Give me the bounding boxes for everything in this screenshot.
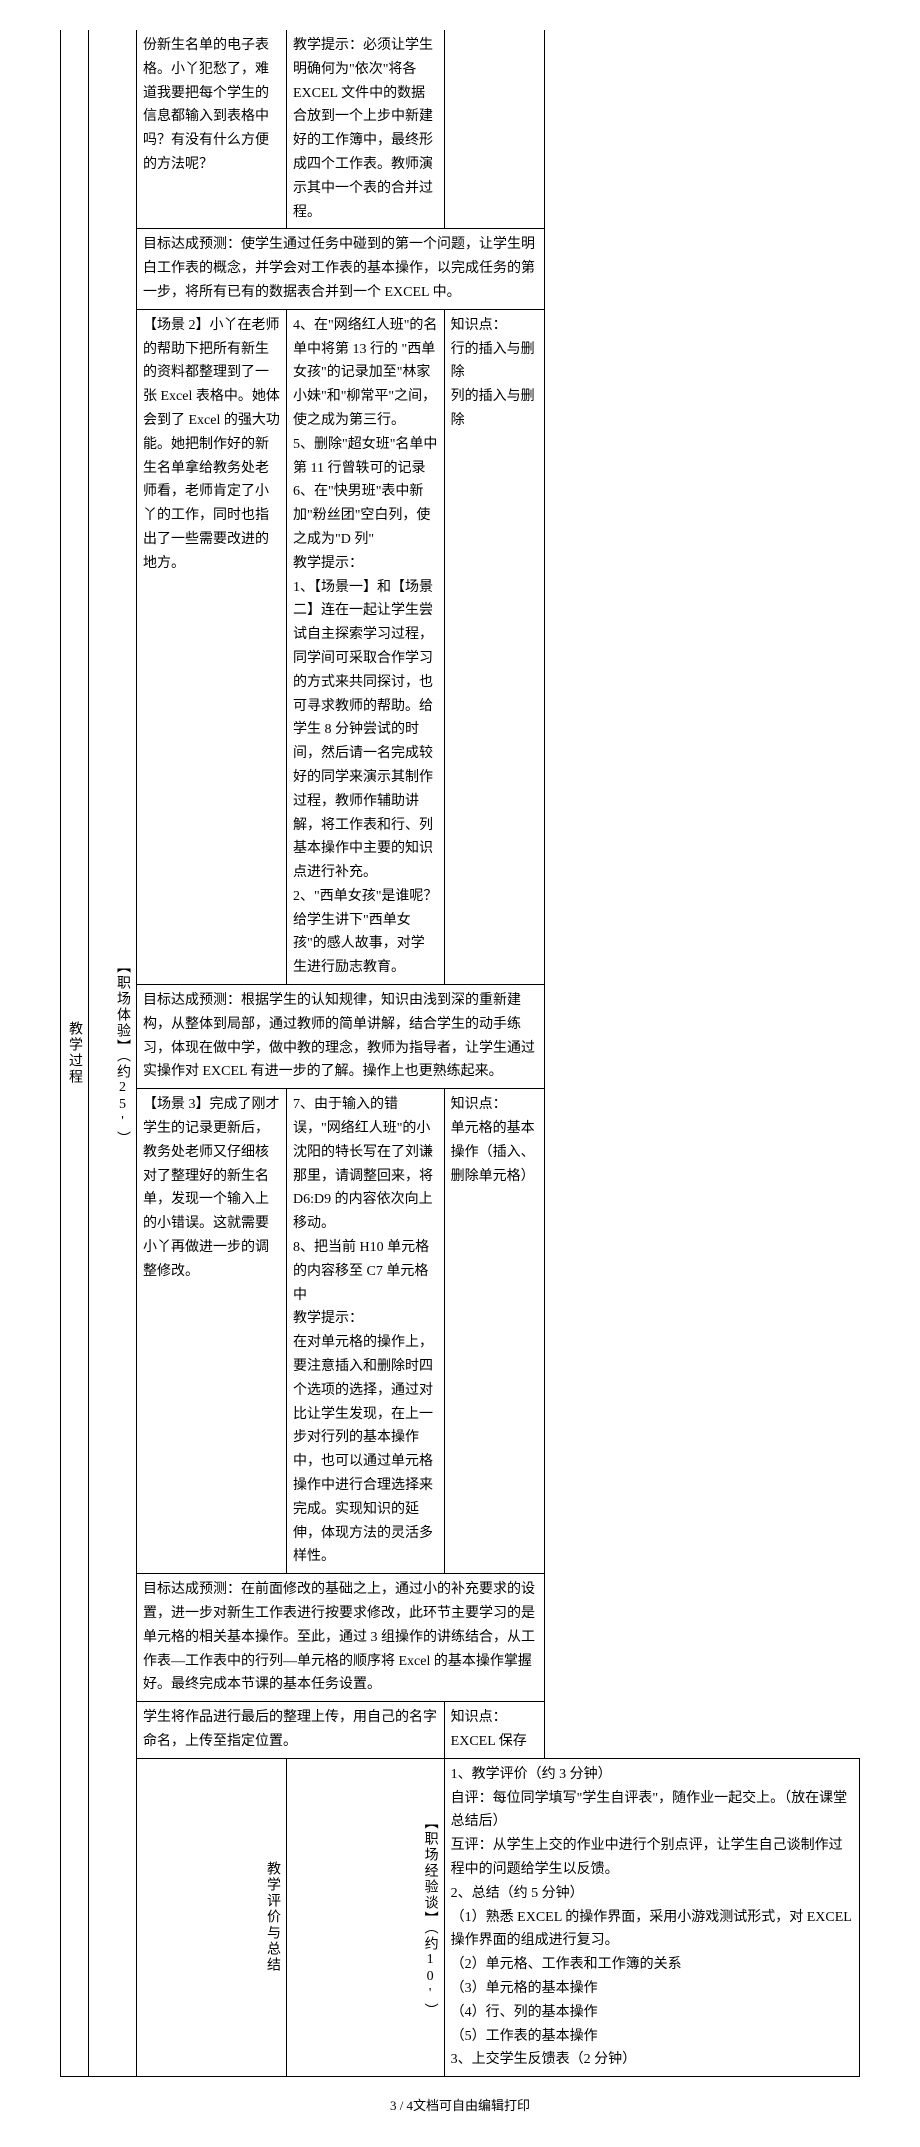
sub-section-label: 【职场体验】（约25'） <box>89 30 137 2077</box>
tip-3-text: 7、由于输入的错误，"网络红人班"的小沈阳的特长写在了刘谦那里，请调整回来，将 … <box>287 1089 445 1574</box>
page-footer: 3 / 4文档可自由编辑打印 <box>60 2095 860 2117</box>
scene-2-text: 【场景 2】小丫在老师的帮助下把所有新生的资料都整理到了一张 Excel 表格中… <box>137 309 287 984</box>
knowledge-4: 知识点： EXCEL 保存 <box>444 1702 544 1759</box>
table-row: 【场景 2】小丫在老师的帮助下把所有新生的资料都整理到了一张 Excel 表格中… <box>61 309 860 984</box>
lesson-plan-table: 教学过程 【职场体验】（约25'） 份新生名单的电子表格。小丫犯愁了，难道我要把… <box>60 30 860 2077</box>
table-row: 教学评价与总结 【职场经验谈】（约10'） 1、教学评价（约 3 分钟） 自评：… <box>61 1758 860 2076</box>
upload-text: 学生将作品进行最后的整理上传，用自己的名字命名，上传至指定位置。 <box>137 1702 445 1759</box>
eval-section-label: 教学评价与总结 <box>137 1758 287 2076</box>
goal-2-text: 目标达成预测：根据学生的认知规律，知识由浅到深的重新建构，从整体到局部，通过教师… <box>137 985 545 1089</box>
table-row: 【场景 3】完成了刚才学生的记录更新后，教务处老师又仔细核对了整理好的新生名单，… <box>61 1089 860 1574</box>
scene-3-text: 【场景 3】完成了刚才学生的记录更新后，教务处老师又仔细核对了整理好的新生名单，… <box>137 1089 287 1574</box>
table-row: 目标达成预测：使学生通过任务中碰到的第一个问题，让学生明白工作表的概念，并学会对… <box>61 229 860 309</box>
main-section-label: 教学过程 <box>61 30 89 2077</box>
table-row: 学生将作品进行最后的整理上传，用自己的名字命名，上传至指定位置。 知识点： EX… <box>61 1702 860 1759</box>
tip-1-text: 教学提示：必须让学生明确何为"依次"将各 EXCEL 文件中的数据合放到一个上步… <box>287 30 445 229</box>
knowledge-2: 知识点： 行的插入与删除 列的插入与删除 <box>444 309 544 984</box>
scene-1-text: 份新生名单的电子表格。小丫犯愁了，难道我要把每个学生的信息都输入到表格中吗？有没… <box>137 30 287 229</box>
eval-sub-label: 【职场经验谈】（约10'） <box>287 1758 445 2076</box>
knowledge-1 <box>444 30 544 229</box>
table-row: 教学过程 【职场体验】（约25'） 份新生名单的电子表格。小丫犯愁了，难道我要把… <box>61 30 860 229</box>
tip-2-text: 4、在"网络红人班"的名单中将第 13 行的 "西单女孩"的记录加至"林家小妹"… <box>287 309 445 984</box>
eval-content: 1、教学评价（约 3 分钟） 自评：每位同学填写"学生自评表"，随作业一起交上。… <box>444 1758 859 2076</box>
goal-3-text: 目标达成预测：在前面修改的基础之上，通过小的补充要求的设置，进一步对新生工作表进… <box>137 1574 545 1702</box>
table-row: 目标达成预测：根据学生的认知规律，知识由浅到深的重新建构，从整体到局部，通过教师… <box>61 985 860 1089</box>
goal-1-text: 目标达成预测：使学生通过任务中碰到的第一个问题，让学生明白工作表的概念，并学会对… <box>137 229 545 309</box>
knowledge-3: 知识点： 单元格的基本操作（插入、删除单元格） <box>444 1089 544 1574</box>
table-row: 目标达成预测：在前面修改的基础之上，通过小的补充要求的设置，进一步对新生工作表进… <box>61 1574 860 1702</box>
